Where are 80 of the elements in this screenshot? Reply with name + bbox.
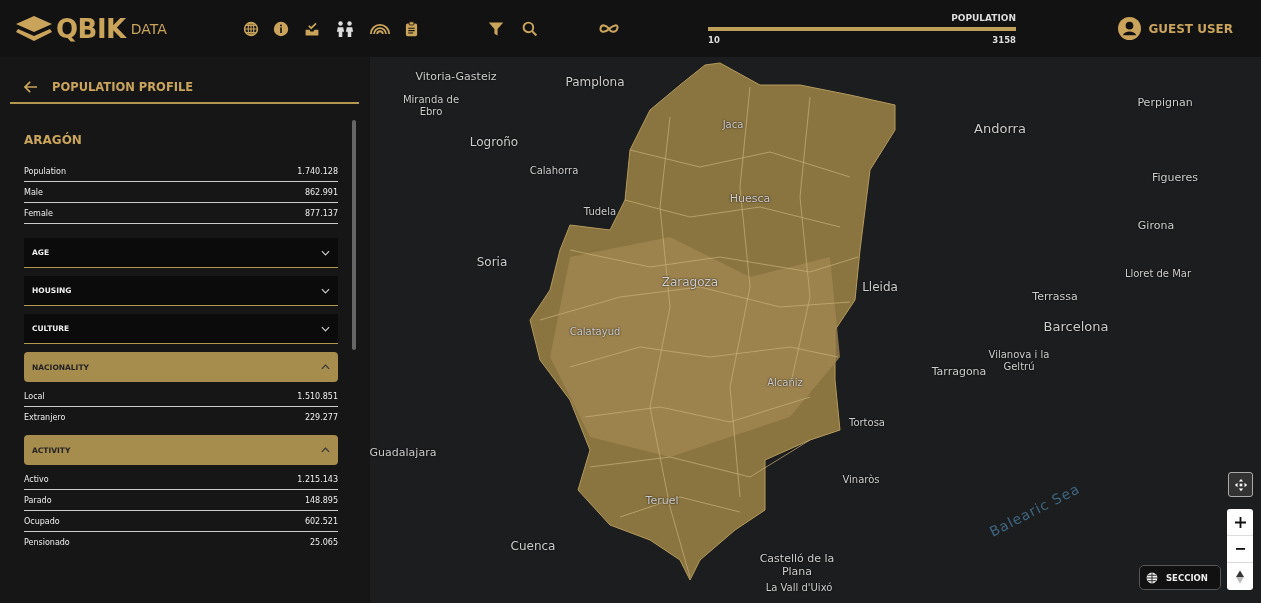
- map-place-label: Tudela: [582, 206, 618, 218]
- chevron-up-icon: [321, 447, 330, 453]
- map-place-label: Tarragona: [930, 365, 988, 379]
- user-avatar-icon[interactable]: [1118, 17, 1142, 40]
- compass-icon: [1236, 569, 1244, 584]
- map-place-label: Soria: [475, 256, 509, 270]
- globe-icon: [1146, 571, 1158, 584]
- map-place-label: Alcañiz: [766, 377, 804, 389]
- search-icon[interactable]: [522, 20, 538, 37]
- rainbow-icon[interactable]: [369, 22, 391, 35]
- inbox-check-icon[interactable]: [303, 20, 321, 37]
- clipboard-icon[interactable]: [405, 20, 418, 37]
- scrollbar[interactable]: [352, 120, 356, 350]
- map-place-label: Girona: [1136, 219, 1176, 233]
- map-place-label: Jaca: [721, 119, 745, 131]
- globe-icon[interactable]: [243, 20, 259, 37]
- stat-value: 877.137: [304, 209, 338, 218]
- stat-value: 602.521: [304, 517, 338, 526]
- map-place-label: Figueres: [1150, 171, 1200, 185]
- map-place-label: Guadalajara: [370, 446, 438, 460]
- map-place-label: Zaragoza: [660, 276, 720, 290]
- map-place-label: Teruel: [644, 494, 680, 508]
- region-name: ARAGÓN: [24, 133, 83, 147]
- stat-value: 1.215.143: [297, 475, 338, 484]
- map-place-label: Cuenca: [509, 540, 557, 554]
- stat-label: Local: [24, 392, 45, 401]
- map-place-label: Vinaròs: [841, 474, 881, 486]
- chevron-up-icon: [321, 364, 330, 370]
- stat-value: 148.895: [304, 496, 338, 505]
- brand-name: QBIK: [56, 13, 126, 44]
- map-place-label: La Vall d'Uixó: [764, 582, 834, 594]
- map-place-label: Pamplona: [564, 76, 626, 90]
- population-filter-label: POPULATION: [950, 12, 1016, 23]
- chevron-down-icon: [321, 325, 330, 332]
- stat-label: Population: [24, 167, 67, 176]
- population-range-fill[interactable]: [708, 26, 1016, 31]
- back-arrow-icon[interactable]: [24, 81, 38, 93]
- panel-title: POPULATION PROFILE: [52, 80, 194, 94]
- map-place-label: Calatayud: [568, 326, 622, 338]
- stat-value: 25.065: [310, 538, 338, 547]
- stat-label: Male: [24, 188, 43, 197]
- map-place-label: Barcelona: [1042, 319, 1110, 335]
- brand-suffix: DATA: [130, 20, 167, 37]
- stat-label: Female: [24, 209, 53, 218]
- people-icon[interactable]: [335, 19, 355, 38]
- stat-value: 229.277: [304, 413, 338, 422]
- map-place-label: Andorra: [973, 121, 1027, 137]
- info-icon[interactable]: [273, 20, 289, 37]
- user-name[interactable]: GUEST USER: [1148, 21, 1233, 36]
- stat-label: Parado: [24, 496, 52, 505]
- stat-label: Extranjero: [24, 413, 66, 422]
- map-place-label: Tortosa: [848, 417, 886, 429]
- chevron-down-icon: [321, 249, 330, 256]
- map-place-label: Miranda de Ebro: [401, 93, 461, 117]
- move-arrows-icon: [1233, 477, 1248, 492]
- map-place-label: Perpignan: [1136, 96, 1194, 110]
- range-min-value: 10: [708, 34, 720, 45]
- filter-icon[interactable]: [488, 20, 504, 37]
- stat-value: 1.740.128: [297, 167, 338, 176]
- infinity-icon[interactable]: [598, 22, 620, 35]
- stat-label: Activo: [24, 475, 49, 484]
- plus-icon: [1234, 516, 1246, 528]
- map-place-label: Calahorra: [528, 165, 580, 177]
- chevron-down-icon: [321, 287, 330, 294]
- range-max-value: 3158: [992, 34, 1016, 45]
- layer-button[interactable]: SECCION: [1139, 565, 1221, 590]
- map-place-label: Vitoria-Gasteiz: [414, 70, 498, 84]
- stat-label: Ocupado: [24, 517, 60, 526]
- map-place-label: Lloret de Mar: [1123, 268, 1193, 280]
- minus-icon: [1234, 547, 1246, 551]
- stat-value: 862.991: [304, 188, 338, 197]
- stack-logo-icon: [14, 13, 54, 44]
- stat-label: Pensionado: [24, 538, 70, 547]
- pan-button[interactable]: [1228, 472, 1253, 497]
- map-place-label: Logroño: [468, 136, 520, 150]
- map-place-label: Castelló de la Plana: [758, 553, 836, 579]
- map-place-label: Terrassa: [1031, 290, 1079, 304]
- stat-value: 1.510.851: [297, 392, 338, 401]
- map-place-label: Lleida: [861, 281, 899, 295]
- map-place-label: Huesca: [728, 192, 772, 206]
